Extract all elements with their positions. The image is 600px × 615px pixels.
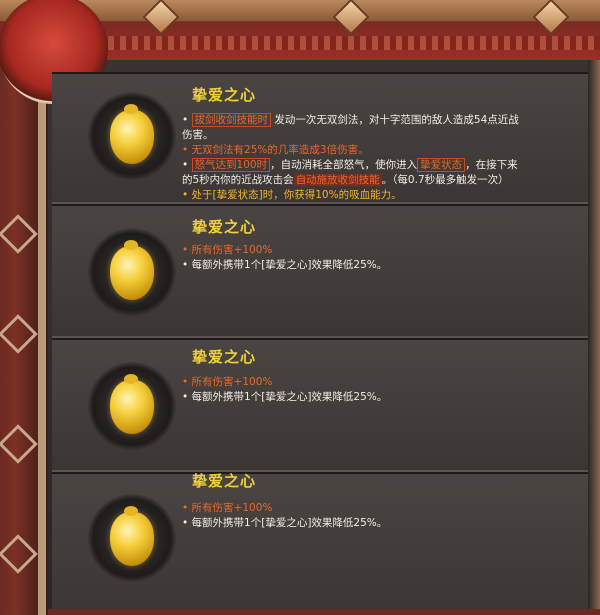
item-icon-slot [88,228,176,316]
item-title: 挚爱之心 [192,218,257,236]
stud-ornament-icon [335,1,367,33]
effect-line: • 所有伤害+100% [182,376,273,388]
highlight-text: 自动施放收剑技能 [293,174,382,186]
effect-line: • 每额外携带1个[挚爱之心]效果降低25%。 [182,517,388,529]
left-frame-edge [38,60,46,615]
golden-heart-icon [110,374,154,434]
item-card: 挚爱之心 • 所有伤害+100% • 每额外携带1个[挚爱之心]效果降低25%。 [52,204,588,338]
state-tag: 挚爱状态 [417,158,466,172]
effect-line: • 怒气达到100时 ，自动消耗全部怒气，使你进入 挚爱状态 ，在接下来 [182,158,518,172]
item-title: 挚爱之心 [192,348,257,366]
effect-line: • 每额外携带1个[挚爱之心]效果降低25%。 [182,259,388,271]
trigger-tag: 拔剑收剑技能时 [191,113,272,127]
bottom-frieze [48,609,600,615]
knot-ornament-icon [0,214,38,254]
effect-line: • 所有伤害+100% [182,502,273,514]
item-icon-slot [88,494,176,582]
golden-heart-icon [110,104,154,164]
item-title: 挚爱之心 [192,86,257,104]
golden-heart-icon [110,240,154,300]
item-icon-slot [88,362,176,450]
item-icon-slot [88,92,176,180]
golden-heart-icon [110,506,154,566]
knot-ornament-icon [0,314,38,354]
effect-line: • 无双剑法有25%的几率造成3倍伤害。 [182,144,369,156]
effect-line: • 所有伤害+100% [182,244,273,256]
knot-ornament-icon [0,424,38,464]
trigger-tag: 怒气达到100时 [191,158,271,172]
item-tooltip-screen: 挚爱之心 • 拔剑收剑技能时 发动一次无双剑法，对十字范围的敌人造成54点近战 … [0,0,600,615]
item-card: 挚爱之心 • 所有伤害+100% • 每额外携带1个[挚爱之心]效果降低25%。 [52,338,588,472]
effect-line: 伤害。 [182,129,214,141]
effect-line: 的5秒内你的近战攻击会 自动施放收剑技能 。（每0.7秒最多触发一次） [182,174,509,186]
item-card: 挚爱之心 • 拔剑收剑技能时 发动一次无双剑法，对十字范围的敌人造成54点近战 … [52,72,588,204]
effect-line: • 每额外携带1个[挚爱之心]效果降低25%。 [182,391,388,403]
stud-ornament-icon [145,1,177,33]
effect-line: • 处于[挚爱状态]时，你获得10%的吸血能力。 [182,189,402,201]
effect-line: • 拔剑收剑技能时 发动一次无双剑法，对十字范围的敌人造成54点近战 [182,113,519,127]
item-title: 挚爱之心 [192,472,257,490]
right-frame [588,60,600,615]
item-card: 挚爱之心 • 所有伤害+100% • 每额外携带1个[挚爱之心]效果降低25%。 [52,472,588,615]
stud-ornament-icon [535,1,567,33]
knot-ornament-icon [0,534,38,574]
